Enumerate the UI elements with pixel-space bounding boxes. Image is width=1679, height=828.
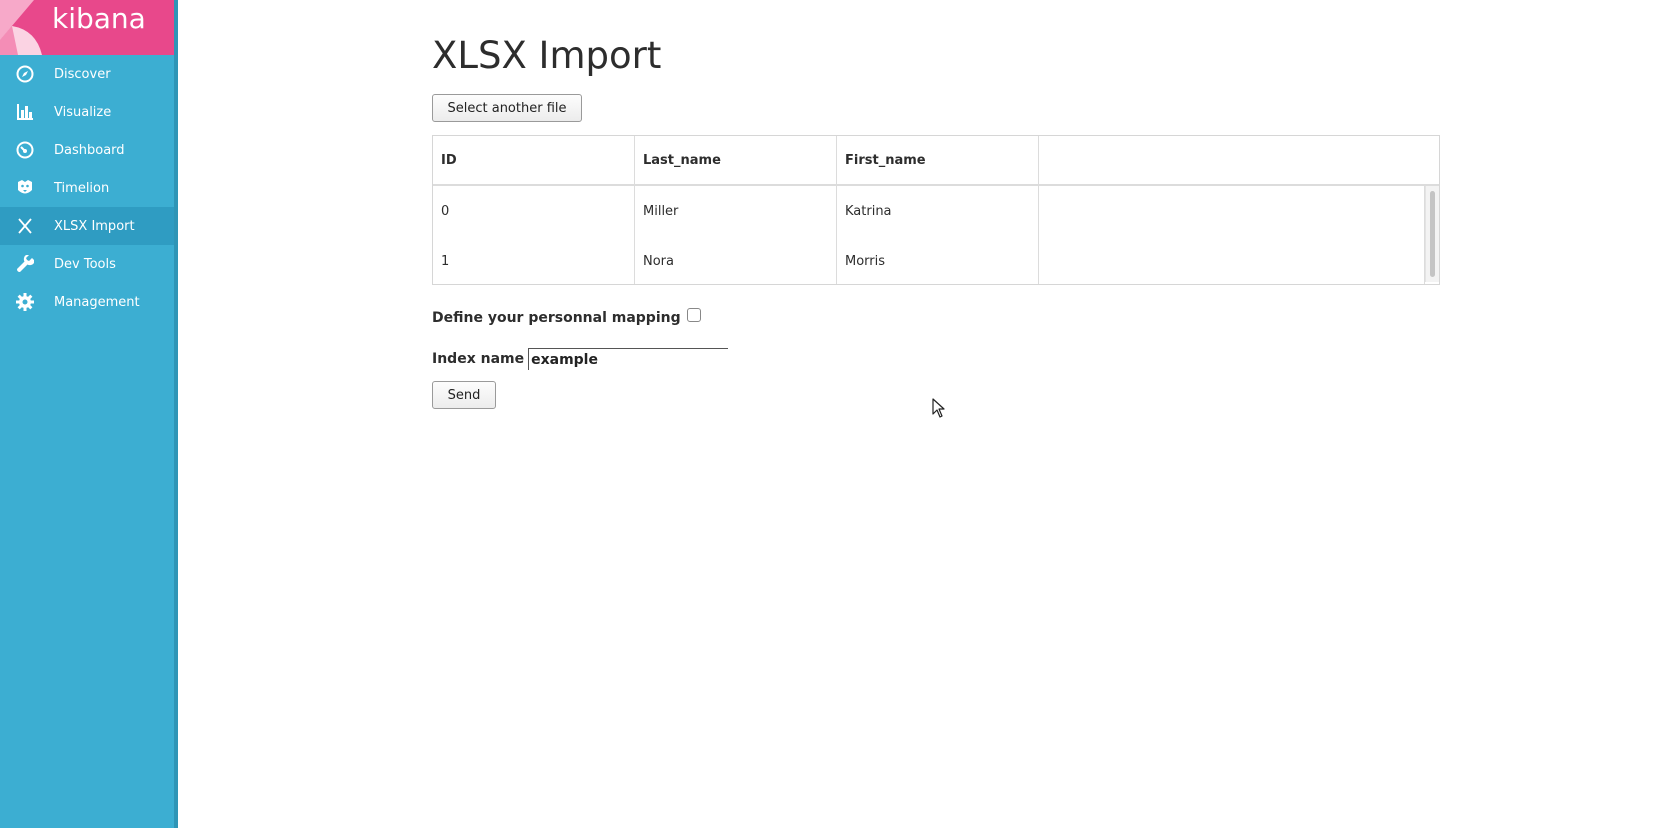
app: kibana Discover Visualize Dashboard Time… [0, 0, 1679, 828]
index-name-label: Index name [432, 351, 525, 367]
data-table: ID Last_name First_name 0 Miller Katrina… [432, 135, 1440, 285]
send-button[interactable]: Send [432, 381, 496, 409]
sidebar-item-timelion[interactable]: Timelion [0, 169, 174, 207]
sidebar-item-label: Dev Tools [54, 256, 116, 272]
table-header: ID Last_name First_name [433, 136, 1439, 186]
sidebar-item-label: XLSX Import [54, 218, 135, 234]
scrollbar-thumb[interactable] [1430, 191, 1435, 277]
mapping-checkbox[interactable] [686, 308, 701, 322]
sidebar-item-label: Timelion [54, 180, 110, 196]
sidebar-item-dashboard[interactable]: Dashboard [0, 131, 174, 169]
table-row: 1 Nora Morris [433, 236, 1425, 284]
sidebar-item-xlsx-import[interactable]: XLSX Import [0, 207, 174, 245]
kibana-logo[interactable]: kibana [0, 0, 174, 55]
table-cell: 1 [433, 236, 635, 284]
sidebar-item-management[interactable]: Management [0, 283, 174, 321]
page-title: XLSX Import [432, 34, 662, 77]
table-row: 0 Miller Katrina [433, 186, 1425, 236]
timelion-icon [15, 178, 35, 198]
index-name-input[interactable] [528, 348, 729, 370]
table-cell: Morris [837, 236, 1039, 284]
gauge-icon [15, 140, 35, 160]
select-another-file-button[interactable]: Select another file [432, 94, 582, 122]
sidebar-item-label: Visualize [54, 104, 112, 120]
column-header-first-name: First_name [837, 136, 1039, 184]
table-body: 0 Miller Katrina 1 Nora Morris [433, 186, 1439, 284]
wrench-icon [15, 254, 35, 274]
kibana-logo-icon [0, 0, 42, 55]
table-cell [1039, 236, 1425, 284]
sidebar-item-discover[interactable]: Discover [0, 55, 174, 93]
mapping-row: Define your personnal mapping [432, 308, 701, 326]
table-scrollbar[interactable] [1425, 186, 1439, 282]
sidebar-item-visualize[interactable]: Visualize [0, 93, 174, 131]
sidebar-nav: Discover Visualize Dashboard Timelion XL… [0, 55, 174, 321]
gear-icon [15, 292, 35, 312]
sidebar-item-label: Discover [54, 66, 111, 82]
sidebar-item-label: Dashboard [54, 142, 125, 158]
compass-icon [15, 64, 35, 84]
mapping-label: Define your personnal mapping [432, 310, 681, 326]
table-cell [1039, 186, 1425, 236]
table-cell: Katrina [837, 186, 1039, 236]
sidebar: kibana Discover Visualize Dashboard Time… [0, 0, 178, 828]
table-cell: 0 [433, 186, 635, 236]
index-row: Index name [432, 348, 729, 370]
column-header-id: ID [433, 136, 635, 184]
sidebar-item-label: Management [54, 294, 140, 310]
logo-text: kibana [52, 2, 146, 35]
mouse-pointer-icon [932, 398, 945, 418]
sidebar-item-dev-tools[interactable]: Dev Tools [0, 245, 174, 283]
table-cell: Miller [635, 186, 837, 236]
table-cell: Nora [635, 236, 837, 284]
bar-chart-icon [15, 102, 35, 122]
x-icon [15, 216, 35, 236]
column-header-empty [1039, 136, 1439, 184]
column-header-last-name: Last_name [635, 136, 837, 184]
